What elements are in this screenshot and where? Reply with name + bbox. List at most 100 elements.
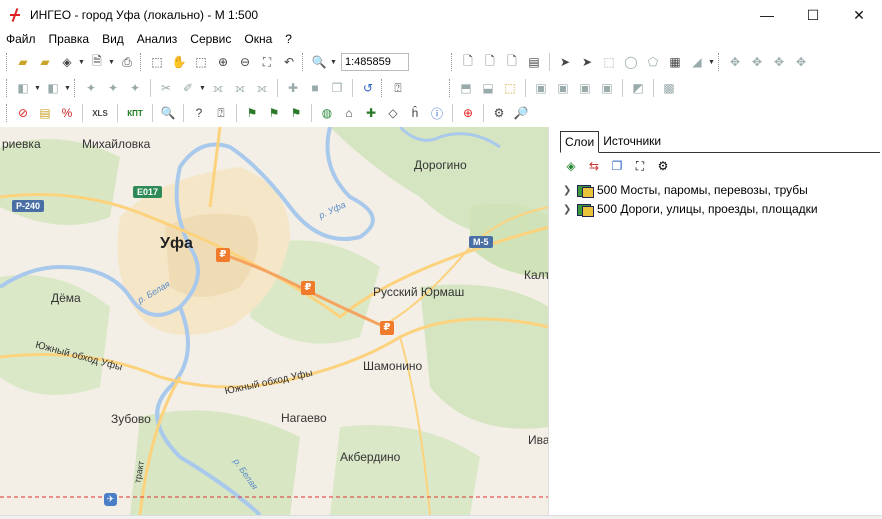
toolbar-grip[interactable]	[74, 79, 77, 97]
airport-icon[interactable]: ✈	[104, 493, 117, 506]
snap-center-icon[interactable]: ✥	[791, 52, 811, 72]
toll-marker-icon[interactable]: ₽	[216, 248, 230, 262]
zoom-in-icon[interactable]: ⊕	[213, 52, 233, 72]
undo-icon[interactable]: ↺	[358, 78, 378, 98]
toolbar-grip[interactable]	[718, 53, 721, 71]
flag-path-icon[interactable]: ⚑	[264, 103, 284, 123]
frame-icon[interactable]: ▩	[659, 78, 679, 98]
chevron-down-icon[interactable]: ▼	[78, 59, 86, 66]
diamond-icon[interactable]: ◇	[383, 103, 403, 123]
kpt-import-button[interactable]: КПТ	[123, 103, 147, 123]
toolbar-grip[interactable]	[6, 53, 9, 71]
ungroup-icon[interactable]: ▣	[553, 78, 573, 98]
draw-point-icon[interactable]: ✦	[81, 78, 101, 98]
bring-front-icon[interactable]: ⬒	[456, 78, 476, 98]
object-properties-icon[interactable]: 🗋	[502, 52, 522, 72]
swap-arrows-icon[interactable]: ⇆	[585, 157, 603, 175]
search-icon[interactable]: 🔍	[158, 103, 178, 123]
home-icon[interactable]: ⌂	[339, 103, 359, 123]
height-icon[interactable]: ĥ	[405, 103, 425, 123]
copy-layer-icon[interactable]: ❐	[608, 157, 626, 175]
percent-icon[interactable]: %	[57, 103, 77, 123]
menu-view[interactable]: Вид	[102, 32, 124, 46]
menu-analysis[interactable]: Анализ	[137, 32, 178, 46]
toolbar-grip[interactable]	[451, 53, 454, 71]
print-preview-icon[interactable]: 🗎	[87, 52, 107, 72]
add-vertex-icon[interactable]: ✚	[283, 78, 303, 98]
object-table-icon[interactable]: ▤	[524, 52, 544, 72]
toolbar-grip[interactable]	[140, 53, 143, 71]
scale-icon[interactable]: 🔍	[309, 52, 329, 72]
chevron-down-icon[interactable]: ▼	[34, 85, 42, 92]
unlock-icon[interactable]: ▣	[597, 78, 617, 98]
union-icon[interactable]: ⟗	[230, 78, 250, 98]
toolbar-grip[interactable]	[6, 104, 9, 122]
pan-hand-icon[interactable]: ✋	[169, 52, 189, 72]
cut-icon[interactable]: ✂	[156, 78, 176, 98]
select-circle-icon[interactable]: ◯	[621, 52, 641, 72]
note-icon[interactable]: ▤	[35, 103, 55, 123]
select-layer-icon[interactable]: ▦	[665, 52, 685, 72]
menu-help[interactable]: ?	[285, 32, 292, 46]
select-style-icon[interactable]: ◢	[687, 52, 707, 72]
chevron-down-icon[interactable]: ▼	[330, 59, 338, 66]
copy-shape-icon[interactable]: ❐	[327, 78, 347, 98]
chevron-down-icon[interactable]: ▼	[108, 59, 116, 66]
edit-points-icon[interactable]: ◧	[43, 78, 63, 98]
draw-polygon-icon[interactable]: ✦	[125, 78, 145, 98]
close-button[interactable]: ✕	[836, 0, 882, 30]
toolbar-grip[interactable]	[302, 53, 305, 71]
merge-icon[interactable]: ⟗	[208, 78, 228, 98]
draw-line-icon[interactable]: ✦	[103, 78, 123, 98]
chevron-right-icon[interactable]: ❯	[563, 204, 573, 215]
layers-icon[interactable]: ◈	[57, 52, 77, 72]
snap-vertex-icon[interactable]: ✥	[747, 52, 767, 72]
chevron-down-icon[interactable]: ▼	[199, 85, 207, 92]
layers-manage-icon[interactable]: ◈	[562, 157, 580, 175]
toolbar-grip[interactable]	[6, 79, 9, 97]
menu-windows[interactable]: Окна	[244, 32, 272, 46]
scale-input[interactable]	[341, 53, 409, 71]
flag-end-icon[interactable]: ⚑	[286, 103, 306, 123]
help-icon[interactable]: ⓘ	[427, 103, 447, 123]
settings-icon[interactable]: ⚙	[489, 103, 509, 123]
select-region-icon[interactable]: ⬚	[147, 52, 167, 72]
fit-layer-icon[interactable]: ⛶	[631, 157, 649, 175]
toolbar-grip[interactable]	[449, 79, 452, 97]
menu-service[interactable]: Сервис	[190, 32, 231, 46]
split-icon[interactable]: ✐	[178, 78, 198, 98]
query-icon[interactable]: ?	[189, 103, 209, 123]
select-arrow-icon[interactable]: ➤	[555, 52, 575, 72]
open-project-icon[interactable]: ▰	[35, 52, 55, 72]
arrange-icon[interactable]: ⬚	[500, 78, 520, 98]
group-icon[interactable]: ▣	[531, 78, 551, 98]
xls-export-button[interactable]: XLS	[88, 103, 112, 123]
layer-item[interactable]: ❯ 500 Дороги, улицы, проезды, площадки	[563, 202, 818, 217]
layer-item[interactable]: ❯ 500 Мосты, паромы, перевозы, трубы	[563, 183, 808, 198]
zoom-search-icon[interactable]: 🔎	[511, 103, 531, 123]
new-object-icon[interactable]: 🗋	[458, 52, 478, 72]
maximize-button[interactable]: ☐	[790, 0, 836, 30]
open-map-icon[interactable]: ▰	[13, 52, 33, 72]
edit-object-icon[interactable]: 🗋	[480, 52, 500, 72]
toll-marker-icon[interactable]: ₽	[301, 281, 315, 295]
compass-icon[interactable]: ✚	[361, 103, 381, 123]
zoom-out-icon[interactable]: ⊖	[235, 52, 255, 72]
send-back-icon[interactable]: ⬓	[478, 78, 498, 98]
toolbar-grip[interactable]	[381, 79, 384, 97]
gear-icon[interactable]: ⚙	[654, 157, 672, 175]
diagonal-icon[interactable]: ◩	[628, 78, 648, 98]
select-add-icon[interactable]: ➤	[577, 52, 597, 72]
select-rect-icon[interactable]: ⬚	[599, 52, 619, 72]
intersect-icon[interactable]: ⟗	[252, 78, 272, 98]
lock-icon[interactable]: ▣	[575, 78, 595, 98]
chevron-down-icon[interactable]: ▼	[708, 59, 716, 66]
globe-icon[interactable]: ◍	[317, 103, 337, 123]
zoom-extent-icon[interactable]: ⛶	[257, 52, 277, 72]
snap-edge-icon[interactable]: ✥	[769, 52, 789, 72]
info-query-icon[interactable]: ⍰	[211, 103, 231, 123]
flag-route-icon[interactable]: ⚑	[242, 103, 262, 123]
help-pointer-icon[interactable]: ⍰	[388, 78, 408, 98]
snap-icon[interactable]: ✥	[725, 52, 745, 72]
toll-marker-icon[interactable]: ₽	[380, 321, 394, 335]
